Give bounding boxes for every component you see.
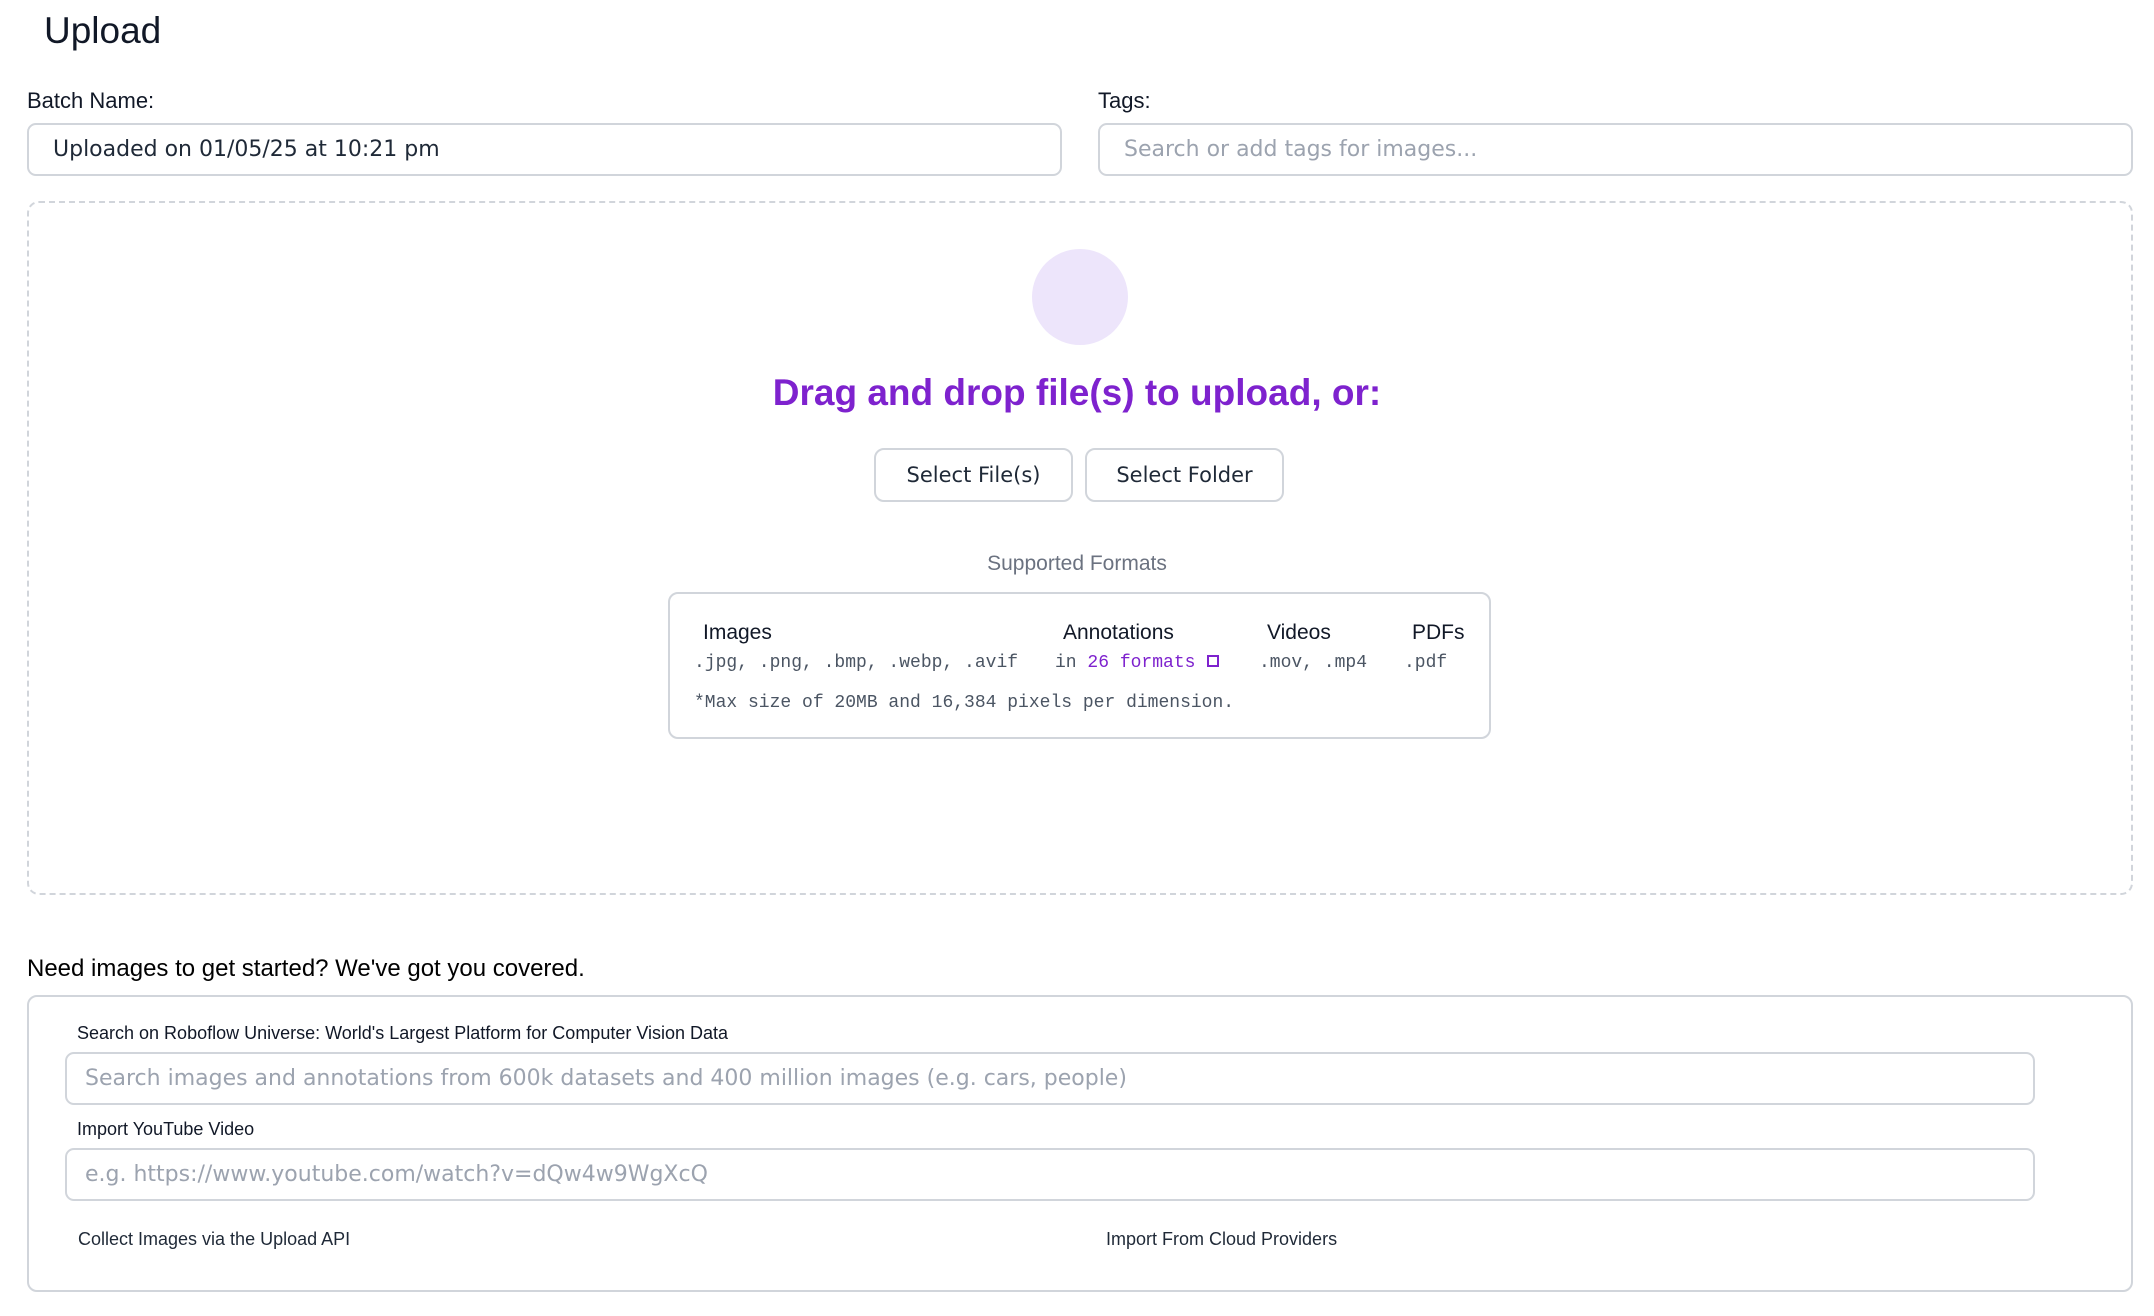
- images-format-list: .jpg, .png, .bmp, .webp, .avif: [694, 653, 1019, 673]
- select-files-button[interactable]: Select File(s): [874, 448, 1073, 502]
- annotations-prefix: in: [1055, 653, 1077, 673]
- youtube-url-input[interactable]: [65, 1148, 2035, 1201]
- supported-formats-title: Supported Formats: [987, 552, 1167, 575]
- universe-search-label: Search on Roboflow Universe: World's Lar…: [77, 1023, 729, 1043]
- pdfs-format-heading: PDFs: [1412, 621, 1465, 644]
- annotations-format-info: in 26 formats: [1055, 653, 1220, 673]
- upload-api-link[interactable]: Collect Images via the Upload API: [78, 1229, 350, 1250]
- batch-name-label: Batch Name:: [27, 88, 155, 113]
- tags-label: Tags:: [1098, 88, 1151, 113]
- images-format-heading: Images: [703, 621, 772, 644]
- batch-name-input[interactable]: [27, 123, 1062, 176]
- max-size-note: *Max size of 20MB and 16,384 pixels per …: [694, 693, 1235, 713]
- annotations-format-heading: Annotations: [1063, 621, 1174, 644]
- cloud-providers-link[interactable]: Import From Cloud Providers: [1106, 1229, 1337, 1250]
- select-folder-button[interactable]: Select Folder: [1085, 448, 1284, 502]
- resources-heading: Need images to get started? We've got yo…: [27, 955, 585, 982]
- videos-format-list: .mov, .mp4: [1259, 653, 1368, 673]
- dropzone-headline: Drag and drop file(s) to upload, or:: [772, 372, 1382, 413]
- annotation-formats-link[interactable]: 26 formats: [1087, 653, 1220, 673]
- tags-input[interactable]: [1098, 123, 2133, 176]
- videos-format-heading: Videos: [1267, 621, 1331, 644]
- annotation-formats-link-text: 26 formats: [1087, 653, 1196, 673]
- upload-circle-icon: [1032, 249, 1128, 345]
- external-link-icon: [1207, 654, 1220, 667]
- universe-search-input[interactable]: [65, 1052, 2035, 1105]
- youtube-import-label: Import YouTube Video: [77, 1119, 255, 1139]
- page-title: Upload: [44, 10, 162, 51]
- pdfs-format-list: .pdf: [1404, 653, 1448, 673]
